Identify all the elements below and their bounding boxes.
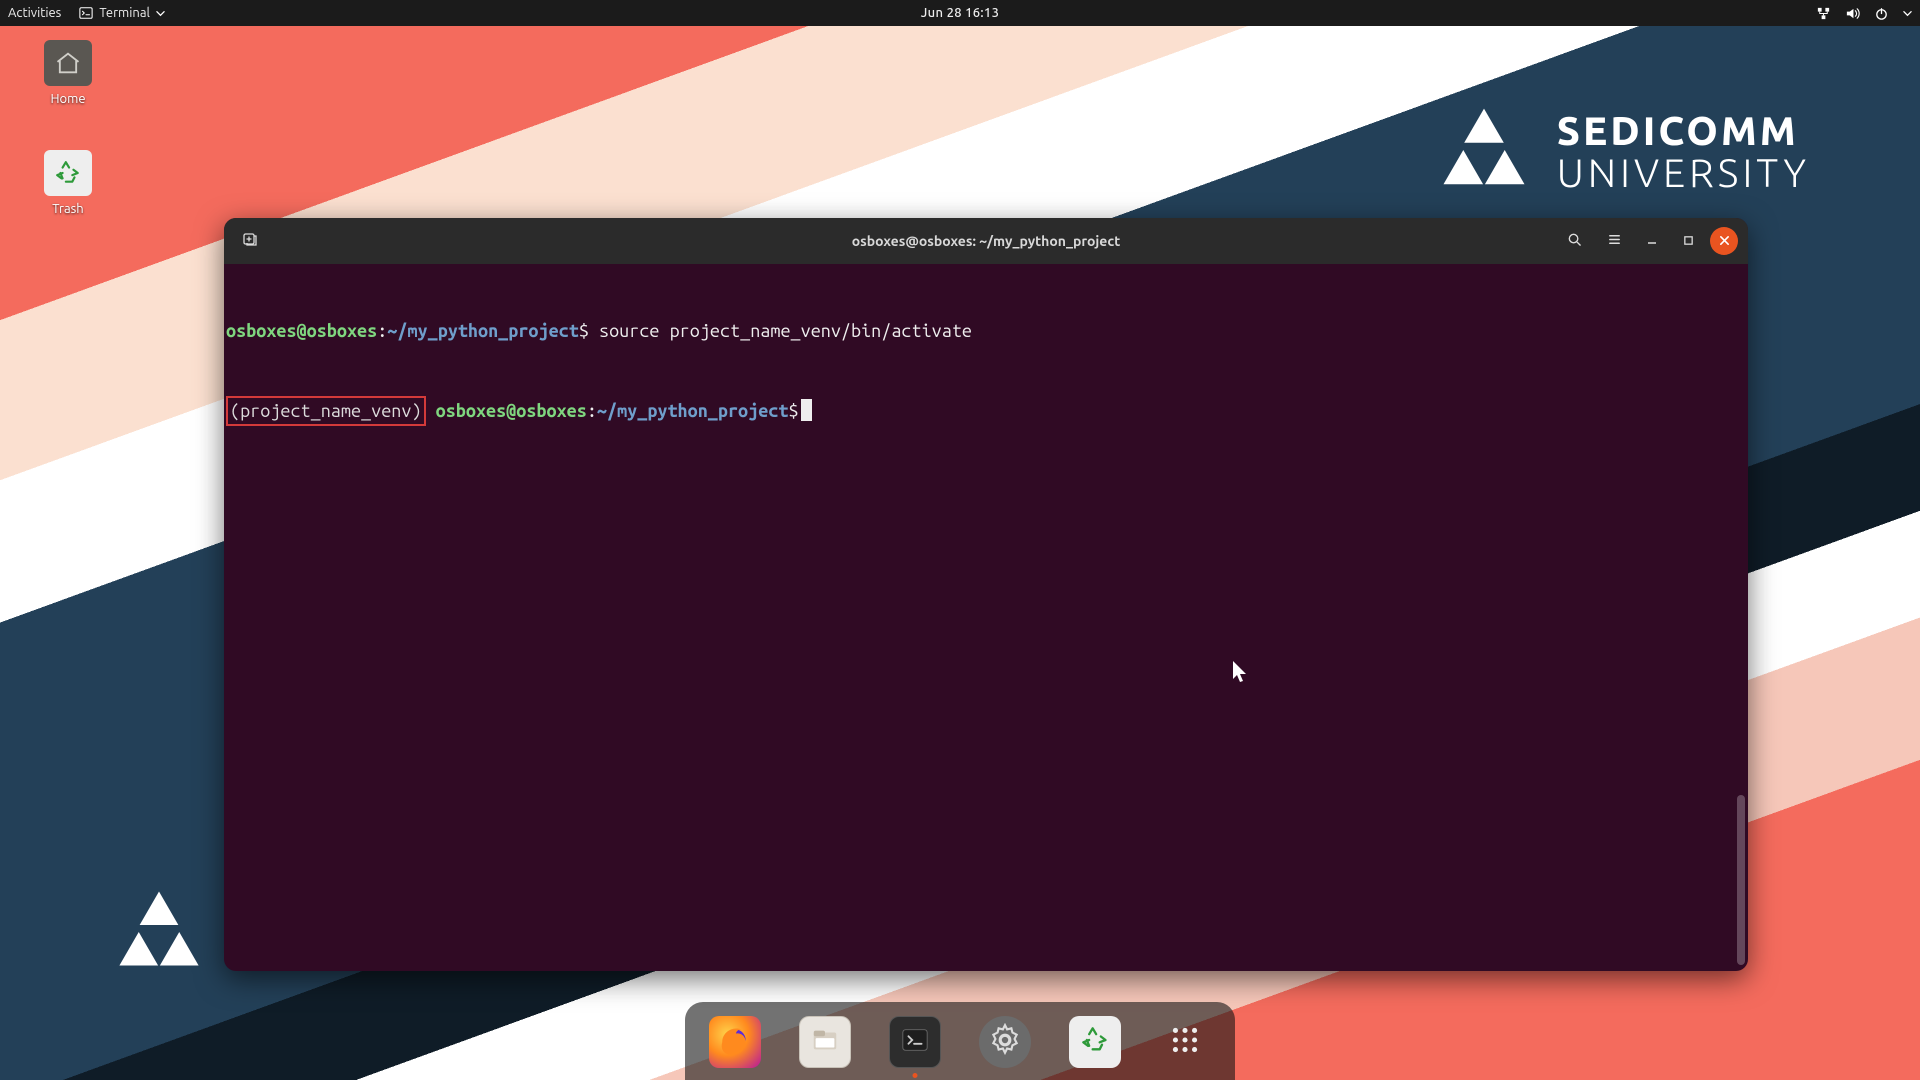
dock-show-applications[interactable]: [1157, 1014, 1213, 1070]
prompt-colon: :: [587, 401, 597, 421]
new-tab-icon: [242, 231, 258, 251]
prompt-path: ~/my_python_project: [597, 401, 789, 421]
apps-grid-icon: [1168, 1023, 1202, 1061]
terminal-icon: [79, 6, 93, 20]
home-icon: [54, 49, 82, 77]
terminal-viewport[interactable]: osboxes@osboxes:~/my_python_project$ sou…: [224, 264, 1748, 971]
prompt-user-host: osboxes@osboxes: [436, 401, 587, 421]
terminal-line: (project_name_venv) osboxes@osboxes:~/my…: [226, 396, 1746, 426]
dock-settings[interactable]: [977, 1014, 1033, 1070]
dock-terminal[interactable]: [887, 1014, 943, 1070]
brand-line1: SEDICOMM: [1557, 110, 1810, 152]
chevron-down-icon: [156, 9, 165, 18]
panel-clock[interactable]: Jun 28 16:13: [921, 6, 999, 20]
brand-line2: UNIVERSITY: [1557, 152, 1810, 194]
window-title: osboxes@osboxes: ~/my_python_project: [852, 233, 1121, 249]
brand-watermark: SEDICOMM UNIVERSITY: [1439, 105, 1810, 199]
command-text: source project_name_venv/bin/activate: [599, 321, 972, 341]
prompt-colon: :: [377, 321, 387, 341]
dock: [685, 1002, 1235, 1080]
prompt-user-host: osboxes@osboxes: [226, 321, 377, 341]
terminal-line: osboxes@osboxes:~/my_python_project$ sou…: [226, 318, 1746, 344]
recycle-icon: [55, 160, 81, 186]
chevron-down-icon[interactable]: [1903, 9, 1912, 18]
desktop-icon-label: Home: [30, 92, 106, 106]
app-menu-label: Terminal: [99, 6, 150, 20]
venv-indicator: (project_name_venv): [226, 396, 426, 426]
desktop-icon-trash[interactable]: Trash: [30, 150, 106, 216]
firefox-icon: [718, 1023, 752, 1061]
maximize-icon: [1683, 232, 1694, 250]
search-button[interactable]: [1558, 225, 1590, 257]
scrollbar-thumb[interactable]: [1737, 795, 1745, 965]
desktop-icon-home[interactable]: Home: [30, 40, 106, 106]
desktop-icon-label: Trash: [30, 202, 106, 216]
maximize-button[interactable]: [1674, 227, 1702, 255]
volume-icon[interactable]: [1845, 6, 1860, 21]
top-panel: Activities Terminal Jun 28 16:13: [0, 0, 1920, 26]
prompt-path: ~/my_python_project: [387, 321, 579, 341]
close-button[interactable]: [1710, 227, 1738, 255]
prompt-symbol: $: [788, 401, 798, 421]
mouse-pointer-icon: [1232, 660, 1250, 684]
gear-icon: [988, 1023, 1022, 1061]
network-icon[interactable]: [1816, 6, 1831, 21]
dock-files[interactable]: [797, 1014, 853, 1070]
text-cursor: [801, 399, 812, 421]
minimize-icon: [1646, 232, 1658, 250]
search-icon: [1567, 232, 1582, 251]
hamburger-menu-button[interactable]: [1598, 225, 1630, 257]
new-tab-button[interactable]: [234, 225, 266, 257]
prompt-symbol: $: [579, 321, 589, 341]
hamburger-icon: [1607, 232, 1622, 251]
close-icon: [1719, 232, 1730, 250]
app-menu[interactable]: Terminal: [79, 6, 165, 20]
dock-firefox[interactable]: [707, 1014, 763, 1070]
minimize-button[interactable]: [1638, 227, 1666, 255]
terminal-icon: [900, 1025, 930, 1059]
terminal-titlebar[interactable]: osboxes@osboxes: ~/my_python_project: [224, 218, 1748, 264]
power-icon[interactable]: [1874, 6, 1889, 21]
files-icon: [810, 1025, 840, 1059]
terminal-window: osboxes@osboxes: ~/my_python_project: [224, 218, 1748, 971]
brand-logo-icon: [1439, 105, 1529, 199]
brand-logo-small: [115, 888, 203, 980]
recycle-icon: [1081, 1026, 1109, 1058]
activities-label: Activities: [8, 6, 61, 20]
dock-trash[interactable]: [1067, 1014, 1123, 1070]
activities-button[interactable]: Activities: [8, 6, 61, 20]
